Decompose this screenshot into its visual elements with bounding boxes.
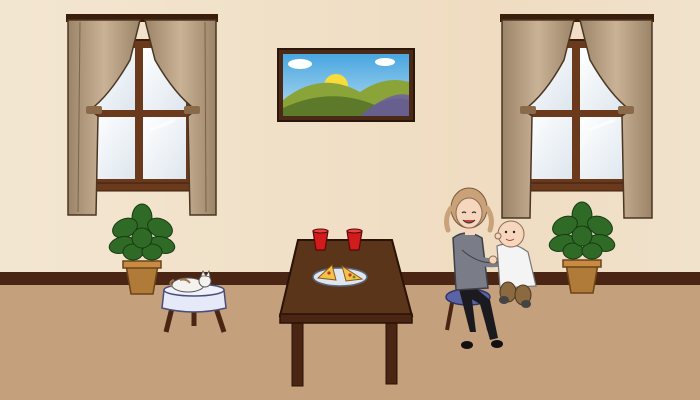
scene (0, 0, 700, 400)
potted-plant-right (548, 201, 616, 294)
window-left (66, 14, 218, 216)
dining-table (278, 239, 414, 387)
window-right (500, 14, 654, 219)
potted-plant-left (108, 203, 176, 295)
side-table-with-cat (161, 269, 227, 333)
scene-illustration (66, 14, 654, 387)
landscape-painting (277, 48, 415, 122)
